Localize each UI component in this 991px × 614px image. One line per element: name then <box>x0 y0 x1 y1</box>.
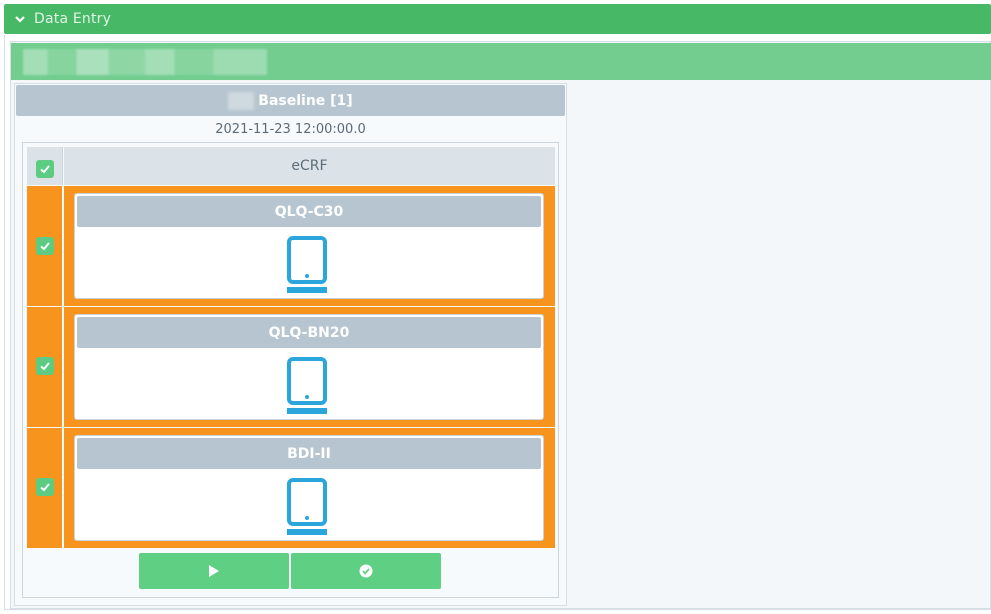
row-check-cell <box>27 307 63 427</box>
row-check-cell <box>27 428 63 548</box>
form-card[interactable]: QLQ-BN20 <box>74 314 544 420</box>
visit-title: Baseline [1] <box>258 92 353 109</box>
row-check-cell <box>27 186 63 306</box>
form-card[interactable]: QLQ-C30 <box>74 193 544 299</box>
data-entry-header[interactable]: Data Entry <box>4 4 991 34</box>
form-checkbox[interactable] <box>36 237 54 255</box>
patient-bar[interactable] <box>11 43 991 80</box>
start-button[interactable] <box>139 553 289 589</box>
check-circle-icon <box>359 564 373 578</box>
redacted-patient-name <box>23 49 267 75</box>
visit-title-bar[interactable]: Baseline [1] <box>16 85 565 116</box>
form-name: QLQ-BN20 <box>77 317 541 348</box>
check-icon <box>40 242 50 251</box>
form-checkbox[interactable] <box>36 478 54 496</box>
chevron-down-icon[interactable] <box>14 12 28 26</box>
select-all-checkbox[interactable] <box>36 160 54 178</box>
play-icon <box>209 565 219 577</box>
table-header-label: eCRF <box>64 147 555 185</box>
tablet-icon[interactable] <box>287 236 327 294</box>
check-icon <box>40 165 50 174</box>
form-row: QLQ-BN20 <box>64 307 555 427</box>
complete-button[interactable] <box>291 553 441 589</box>
tablet-icon[interactable] <box>287 478 327 536</box>
check-icon <box>40 362 50 371</box>
tablet-icon[interactable] <box>287 357 327 415</box>
check-icon <box>40 483 50 492</box>
form-row: QLQ-C30 <box>64 186 555 306</box>
section-title: Data Entry <box>34 11 112 27</box>
redacted-label <box>228 91 255 110</box>
form-name: QLQ-C30 <box>77 196 541 227</box>
form-row: BDI-II <box>64 428 555 548</box>
header-check-cell <box>27 147 63 185</box>
form-name: BDI-II <box>77 438 541 469</box>
form-checkbox[interactable] <box>36 357 54 375</box>
visit-date: 2021-11-23 12:00:00.0 <box>215 122 366 137</box>
form-card[interactable]: BDI-II <box>74 435 544 541</box>
